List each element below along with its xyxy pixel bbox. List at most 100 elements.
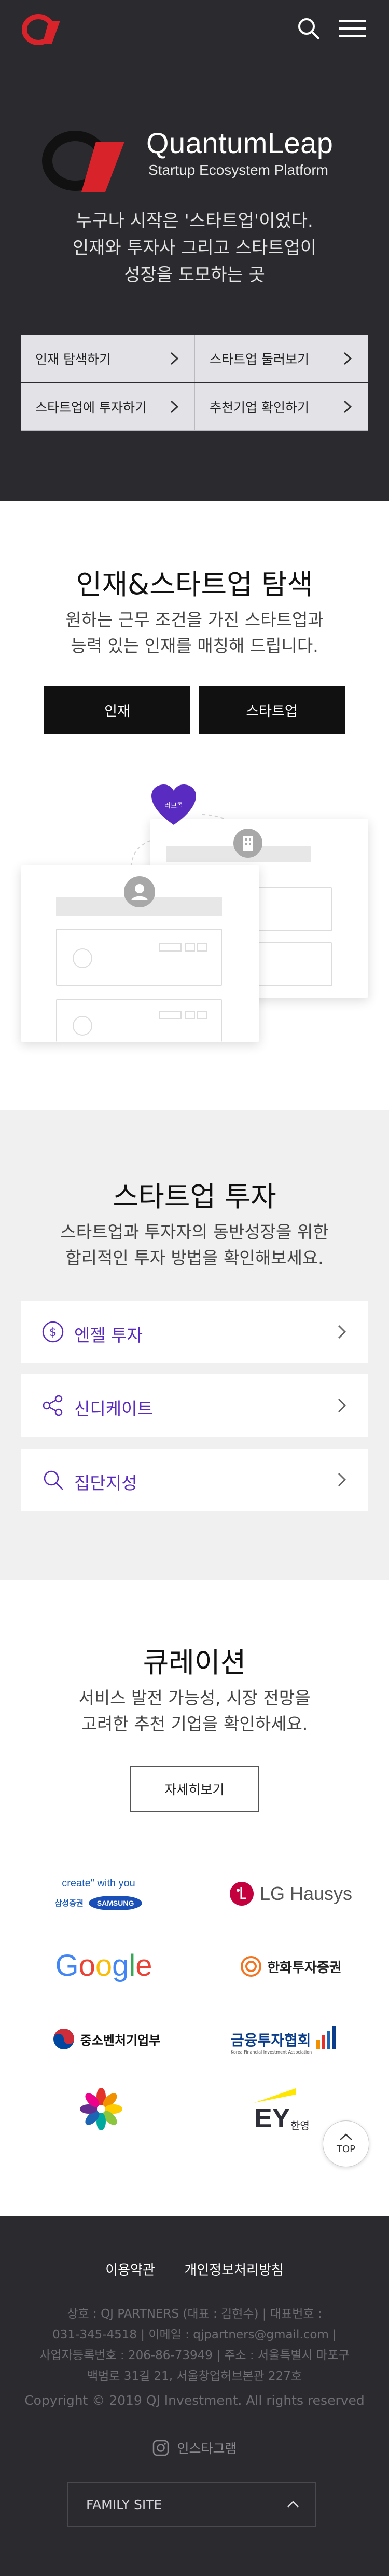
- chevron-right-icon: [338, 1325, 346, 1339]
- ey-beam-icon: [254, 2088, 296, 2103]
- kofia-logo[interactable]: 금융투자협회 Korea Financial Investment Associ…: [231, 2013, 355, 2065]
- button-label: 스타트업 둘러보기: [210, 351, 309, 367]
- desc-line: 합리적인 투자 방법을 확인해보세요.: [65, 1248, 324, 1268]
- google-letter: o: [78, 1948, 95, 1982]
- mss-logo[interactable]: 중소벤처기업부: [36, 2018, 176, 2060]
- ey-hanyoung-logo[interactable]: EY 한영: [254, 2088, 316, 2135]
- quantumleap-brand-mark: [42, 131, 124, 192]
- quantumleap-q-logo[interactable]: [20, 11, 66, 48]
- button-label: 인재 탐색하기: [35, 351, 111, 367]
- desc-line: 능력 있는 인재를 매칭해 드립니다.: [71, 636, 318, 656]
- desc-line: 서비스 발전 가능성, 시장 전망을: [78, 1688, 311, 1708]
- chevron-right-icon: [170, 400, 179, 414]
- placeholder-box: [56, 999, 222, 1042]
- mss-text: 중소벤처기업부: [80, 2033, 161, 2048]
- brand-name: QuantumLeap: [146, 127, 334, 159]
- item-label: 집단지성: [74, 1473, 137, 1493]
- invest-description: 스타트업과 투자자의 동반성장을 위한 합리적인 투자 방법을 확인해보세요.: [0, 1219, 389, 1271]
- browse-startups-button[interactable]: 스타트업 둘러보기: [195, 335, 368, 382]
- taegeuk-icon: [53, 2029, 74, 2049]
- terms-link[interactable]: 이용약관: [105, 2263, 155, 2278]
- kofia-subtitle: Korea Financial Investment Association: [231, 2049, 312, 2055]
- chevron-right-icon: [338, 1472, 346, 1487]
- chevron-right-icon: [343, 352, 352, 365]
- hanwha-investment-logo[interactable]: 한화투자증권: [223, 1946, 358, 1987]
- ey-text: EY: [254, 2103, 290, 2133]
- hero-line: 성장을 도모하는 곳: [124, 265, 265, 285]
- google-letter: o: [95, 1948, 113, 1982]
- syndicate-item[interactable]: 신디케이트: [21, 1374, 368, 1437]
- samsung-securities-text: 삼성증권: [54, 1898, 84, 1908]
- info-line: 031-345-4518 | 이메일 : qjpartners@gmail.co…: [52, 2328, 337, 2341]
- heart-label: 러브콜: [164, 802, 183, 810]
- curation-title: 큐레이션: [143, 1646, 246, 1679]
- chevron-right-icon: [338, 1398, 346, 1413]
- button-label: 추천기업 확인하기: [210, 400, 309, 415]
- placeholder-box: [56, 929, 222, 986]
- startup-button[interactable]: 스타트업: [199, 686, 345, 734]
- privacy-link[interactable]: 개인정보처리방침: [184, 2263, 283, 2278]
- chevron-up-icon: [340, 2133, 352, 2140]
- hanwha-text: 한화투자증권: [267, 1960, 342, 1976]
- family-site-select[interactable]: FAMILY SITE: [67, 2482, 316, 2527]
- search-icon[interactable]: [296, 16, 322, 42]
- instagram-icon: [153, 2440, 169, 2456]
- top-label: TOP: [336, 2143, 356, 2155]
- family-site-label: FAMILY SITE: [86, 2497, 162, 2512]
- curation-description: 서비스 발전 가능성, 시장 전망을 고려한 추천 기업을 확인하세요.: [0, 1685, 389, 1737]
- talent-button[interactable]: 인재: [44, 686, 190, 734]
- dollar-coin-icon: $: [42, 1321, 64, 1343]
- chevron-right-icon: [343, 400, 352, 414]
- kofia-text: 금융투자협회: [231, 2031, 311, 2049]
- copyright: Copyright © 2019 QJ Investment. All righ…: [24, 2393, 365, 2408]
- item-label: 엔젤 투자: [74, 1325, 143, 1345]
- recommended-companies-button[interactable]: 추천기업 확인하기: [195, 383, 368, 431]
- info-line: 백범로 31길 21, 서울창업허브본관 227호: [87, 2370, 302, 2383]
- scroll-to-top-button[interactable]: TOP: [323, 2120, 369, 2167]
- hamburger-menu-icon[interactable]: [337, 16, 368, 42]
- desc-line: 원하는 근무 조건을 가진 스타트업과: [65, 610, 324, 630]
- pinwheel-logo[interactable]: [78, 2086, 124, 2132]
- instagram-link[interactable]: 인스타그램: [0, 2439, 389, 2457]
- search-icon: [44, 1470, 63, 1490]
- kofia-icon: [316, 2026, 336, 2049]
- lg-icon: [229, 1882, 254, 1906]
- explore-description: 원하는 근무 조건을 가진 스타트업과 능력 있는 인재를 매칭해 드립니다.: [0, 607, 389, 659]
- footer-links: 이용약관 개인정보처리방침: [0, 2260, 389, 2279]
- brand-subtitle: Startup Ecosystem Platform: [148, 162, 329, 178]
- hero-tagline: 누구나 시작은 '스타트업'이었다. 인재와 투자사 그리고 스타트업이 성장을…: [0, 208, 389, 288]
- samsung-tagline: create" with you: [62, 1877, 135, 1889]
- samsung-securities-logo[interactable]: create" with you 삼성증권 SAMSUNG: [31, 1868, 166, 1920]
- company-info: 상호 : QJ PARTNERS (대표 : 김현수) | 대표번호 : 031…: [21, 2304, 368, 2387]
- explore-title: 인재&스타트업 탐색: [76, 568, 313, 601]
- invest-startups-button[interactable]: 스타트업에 투자하기: [21, 383, 195, 431]
- lovecall-heart: 러브콜: [150, 783, 197, 827]
- svg-text:$: $: [49, 1326, 57, 1339]
- chevron-up-icon: [287, 2501, 299, 2508]
- building-icon: [233, 829, 262, 858]
- ey-sub-text: 한영: [290, 2119, 310, 2132]
- info-line: 사업자등록번호 : 206-86-73949 | 주소 : 서울특별시 마포구: [39, 2349, 350, 2362]
- user-avatar-icon: [124, 876, 155, 907]
- desc-line: 스타트업과 투자자의 동반성장을 위한: [60, 1222, 329, 1242]
- instagram-label: 인스타그램: [177, 2441, 237, 2456]
- google-letter: g: [112, 1948, 129, 1982]
- hero-line: 인재와 투자사 그리고 스타트업이: [72, 238, 317, 258]
- find-talent-button[interactable]: 인재 탐색하기: [21, 335, 195, 382]
- share-nodes-icon: [43, 1395, 63, 1416]
- google-logo[interactable]: Google: [41, 1939, 166, 1991]
- lg-hausys-logo[interactable]: LG Hausys: [218, 1873, 363, 1914]
- chevron-right-icon: [170, 352, 179, 365]
- angel-invest-item[interactable]: $ 엔젤 투자: [21, 1301, 368, 1363]
- google-letter: e: [135, 1948, 152, 1982]
- item-label: 신디케이트: [74, 1399, 153, 1419]
- samsung-wordmark: SAMSUNG: [88, 1895, 143, 1910]
- hero-line: 누구나 시작은 '스타트업'이었다.: [76, 211, 313, 231]
- collective-intelligence-item[interactable]: 집단지성: [21, 1449, 368, 1511]
- hanwha-icon: [241, 1956, 262, 1977]
- info-line: 상호 : QJ PARTNERS (대표 : 김현수) | 대표번호 :: [67, 2307, 322, 2321]
- lg-hausys-text: LG Hausys: [259, 1883, 353, 1904]
- button-label: 스타트업에 투자하기: [35, 400, 147, 415]
- view-more-button[interactable]: 자세히보기: [130, 1766, 259, 1812]
- google-letter: G: [55, 1948, 79, 1982]
